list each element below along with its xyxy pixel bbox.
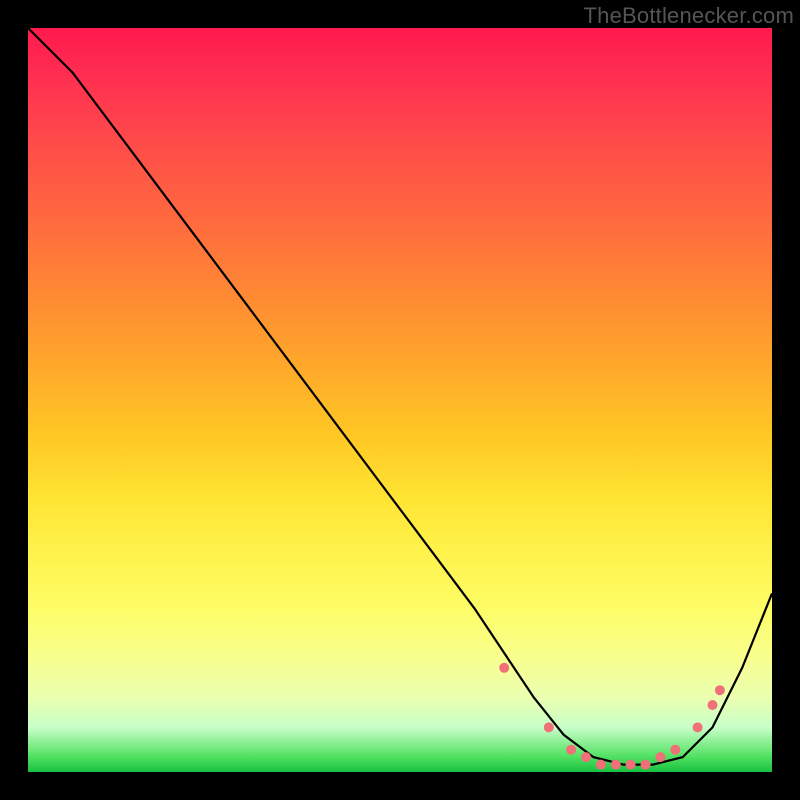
highlight-dot <box>626 760 636 770</box>
highlight-dot <box>655 752 665 762</box>
highlight-dot <box>708 700 718 710</box>
highlight-dot <box>499 663 509 673</box>
highlight-dot <box>715 685 725 695</box>
highlight-dot <box>670 745 680 755</box>
bottleneck-curve <box>28 28 772 765</box>
chart-frame: TheBottlenecker.com <box>0 0 800 800</box>
highlight-dot <box>641 760 651 770</box>
highlight-dot <box>611 760 621 770</box>
highlight-dot <box>581 752 591 762</box>
highlight-dot <box>693 722 703 732</box>
highlight-dot <box>544 722 554 732</box>
plot-area <box>28 28 772 772</box>
highlight-dot <box>596 760 606 770</box>
highlight-dot <box>566 745 576 755</box>
watermark-text: TheBottlenecker.com <box>584 3 794 29</box>
highlight-markers <box>499 663 725 770</box>
chart-svg <box>28 28 772 772</box>
